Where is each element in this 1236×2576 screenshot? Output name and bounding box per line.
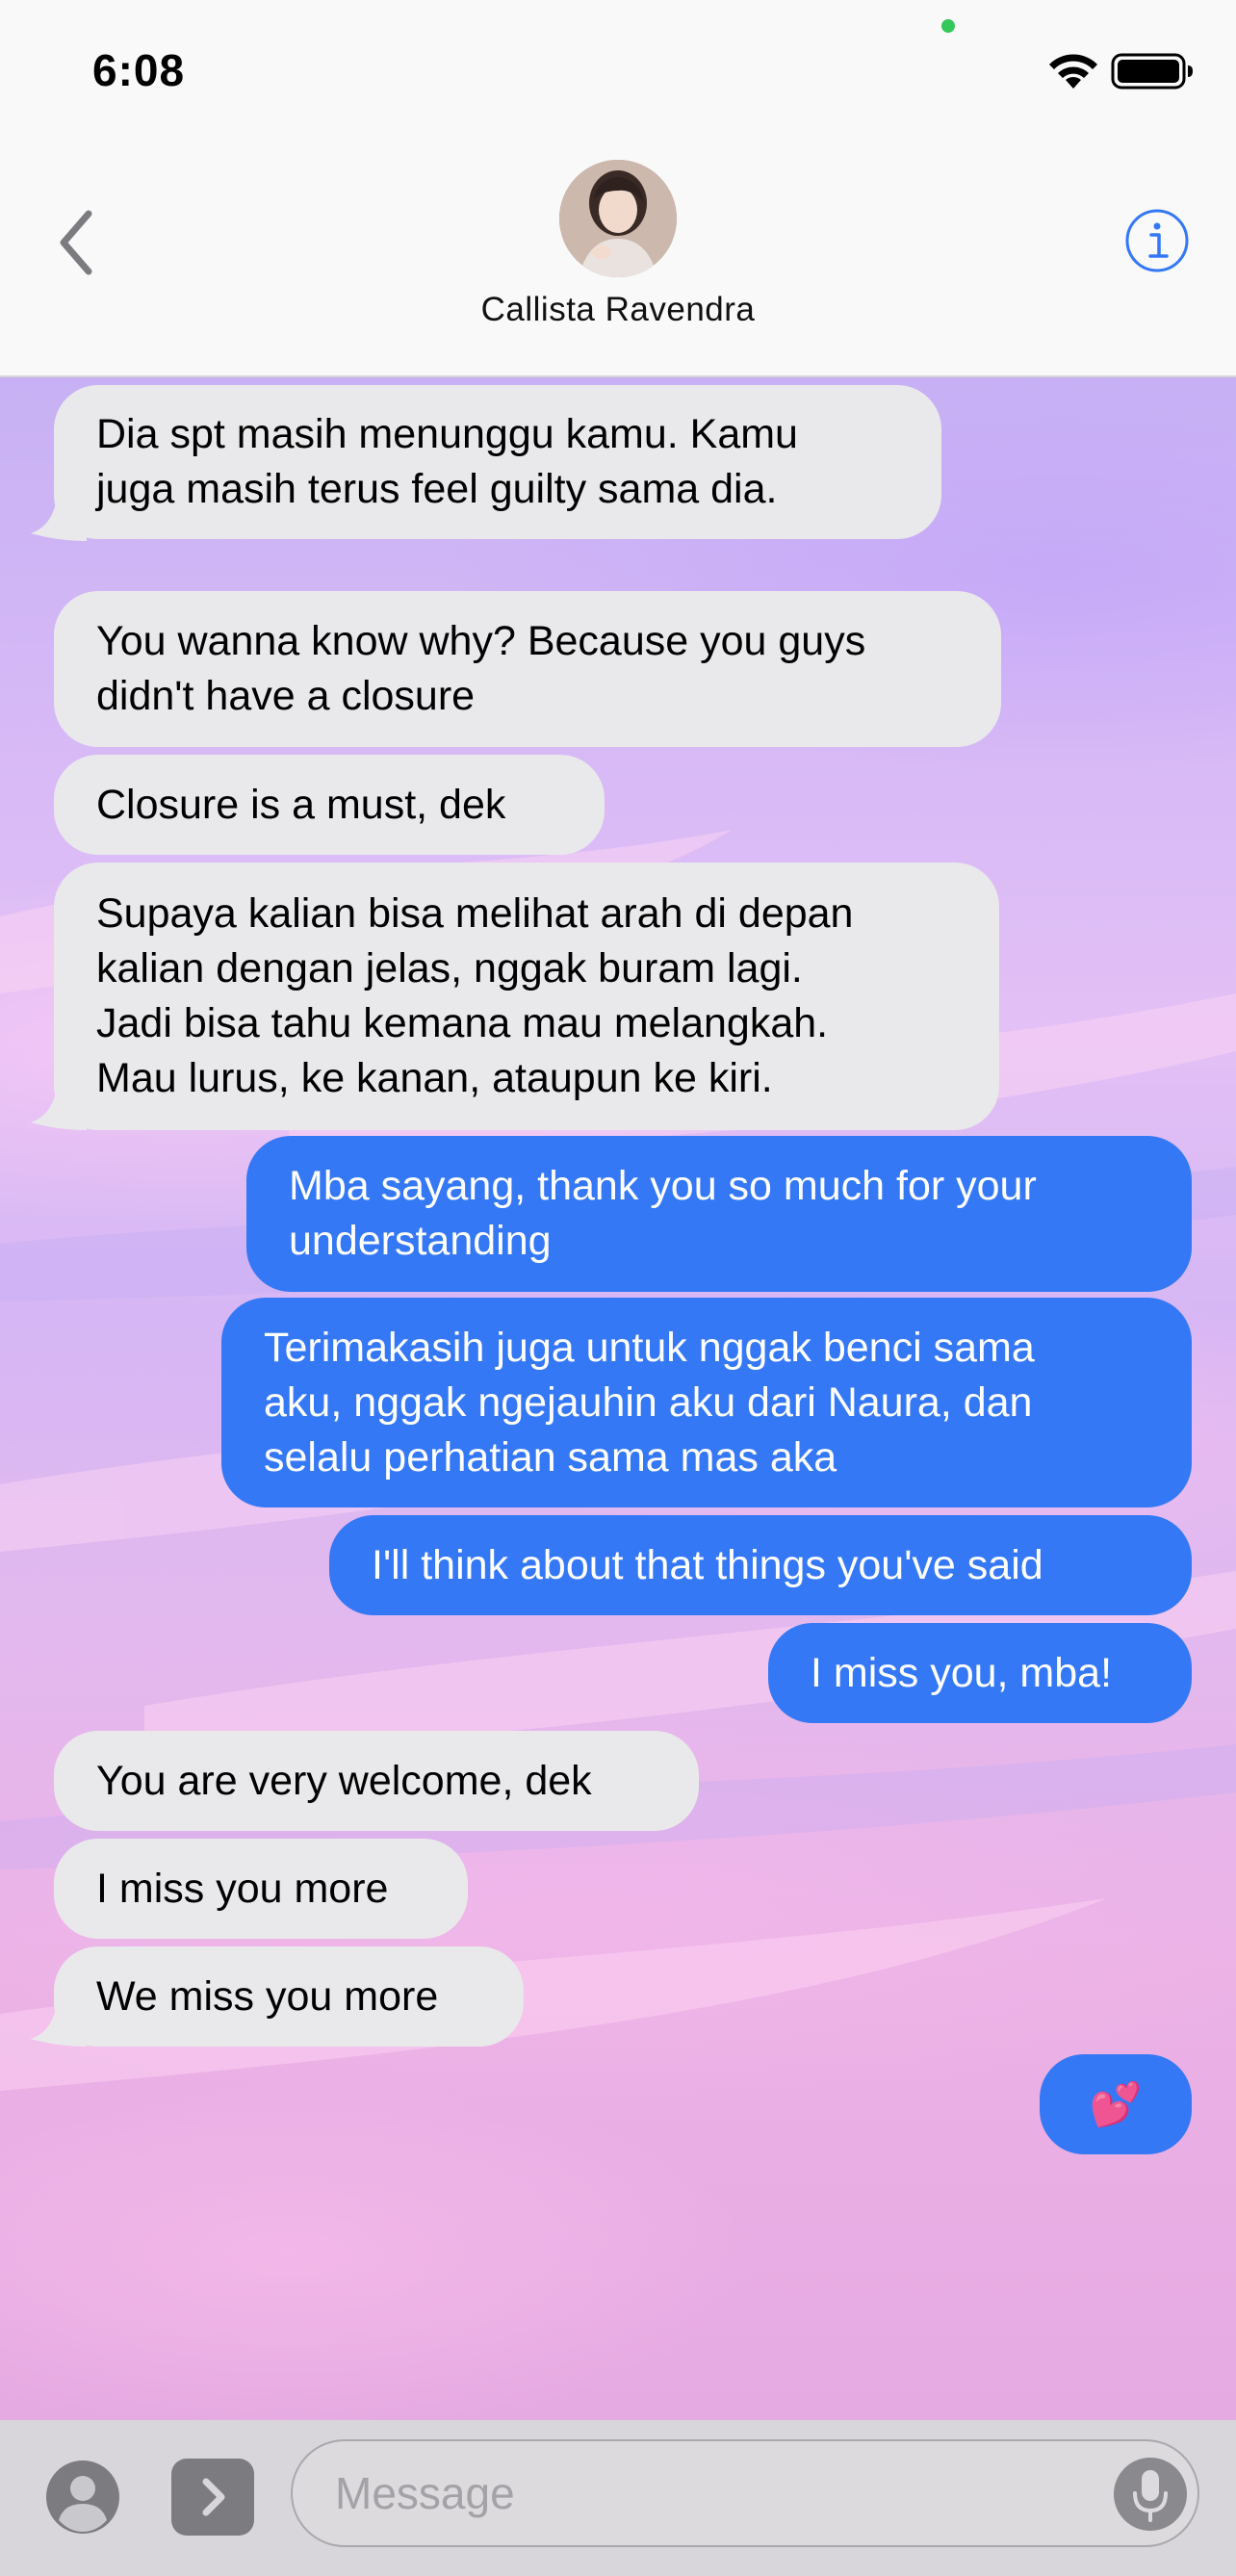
message-line: We miss you more [96,1972,439,2020]
incoming-bubble-tail [31,493,87,541]
incoming-message[interactable]: We miss you more [54,1946,524,2047]
info-icon[interactable] [1124,208,1190,273]
avatar-photo-icon [559,160,677,277]
message-line: You wanna know why? Because you guys [96,618,866,664]
chevron-right-icon [202,2478,225,2516]
message-line: You are very welcome, dek [96,1757,592,1804]
conversation-header: Callista Ravendra [0,135,1236,377]
message-field[interactable] [291,2439,1199,2547]
incoming-message[interactable]: Supaya kalian bisa melihat arah di depan… [54,863,999,1130]
message-line: Supaya kalian bisa melihat arah di depan [96,890,854,937]
message-line: kalian dengan jelas, nggak buram lagi. [96,945,803,992]
status-time: 6:08 [92,45,186,95]
message-line: didn't have a closure [96,673,476,719]
incoming-message[interactable]: I miss you more [54,1839,468,1939]
microphone-icon[interactable] [1113,2457,1188,2532]
incoming-message[interactable]: Dia spt masih menunggu kamu. Kamu juga m… [54,385,941,539]
outgoing-message[interactable]: I miss you, mba! [768,1623,1192,1723]
message-line: I'll think about that things you've said [372,1541,1043,1588]
message-line: I miss you, mba! [811,1649,1113,1696]
message-line: Terimakasih juga untuk nggak benci sama [264,1324,1035,1371]
incoming-message[interactable]: You wanna know why? Because you guys did… [54,591,1001,747]
battery-icon [1111,53,1193,90]
message-line: aku, nggak ngejauhin aku dari Naura, dan [264,1378,1033,1426]
camera-in-use-indicator [941,19,955,33]
contact-name[interactable]: Callista Ravendra [0,291,1236,329]
incoming-message[interactable]: You are very welcome, dek [54,1731,699,1831]
person-circle-icon[interactable] [44,2459,121,2536]
message-line: Jadi bisa tahu kemana mau melangkah. [96,1000,829,1046]
message-line: selalu perhatian sama mas aka [264,1433,837,1481]
outgoing-emoji-message[interactable]: 💕 [1040,2054,1192,2154]
message-line: understanding [289,1218,552,1264]
message-line: I miss you more [96,1865,389,1912]
message-line: Dia spt masih menunggu kamu. Kamu [96,411,798,457]
contact-avatar[interactable] [559,160,677,277]
incoming-bubble-tail [31,1998,87,2047]
message-line: Closure is a must, dek [96,781,506,828]
back-chevron-icon[interactable] [50,202,104,283]
compose-bar [0,2420,1236,2576]
message-thread[interactable]: Dia spt masih menunggu kamu. Kamu juga m… [0,377,1236,2420]
outgoing-message[interactable]: Terimakasih juga untuk nggak benci sama … [221,1298,1192,1507]
message-line: Mau lurus, ke kanan, ataupun ke kiri. [96,1055,773,1101]
message-line: Mba sayang, thank you so much for your [289,1163,1037,1209]
two-hearts-emoji: 💕 [1089,2080,1143,2128]
message-line: juga masih terus feel guilty sama dia. [96,466,778,512]
outgoing-message[interactable]: Mba sayang, thank you so much for your u… [246,1136,1192,1292]
outgoing-message[interactable]: I'll think about that things you've said [329,1515,1192,1615]
wifi-icon [1049,54,1097,89]
incoming-message[interactable]: Closure is a must, dek [54,755,605,855]
status-bar: 6:08 [0,0,1236,135]
apps-button[interactable] [171,2459,254,2536]
incoming-bubble-tail [31,1082,87,1130]
message-input[interactable] [335,2441,1086,2545]
